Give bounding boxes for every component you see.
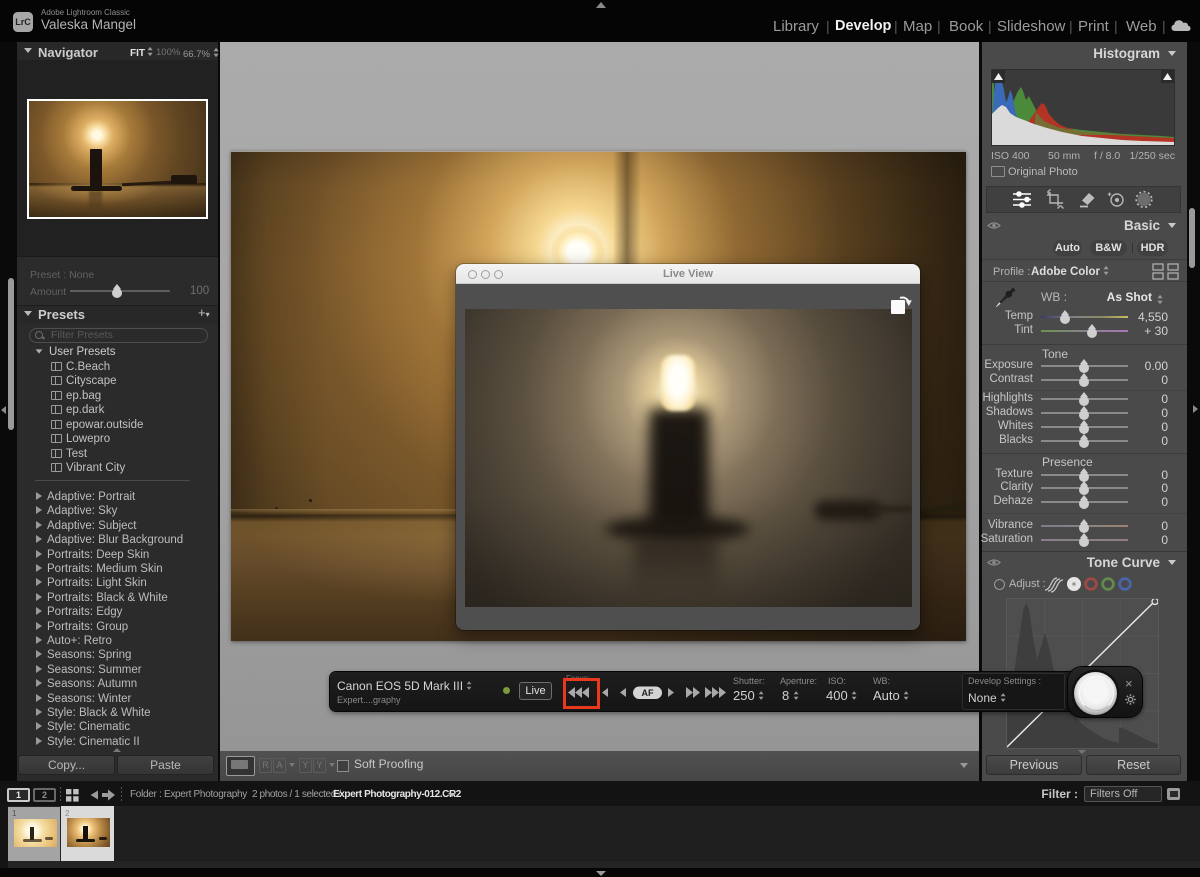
svg-text:AF: AF [642, 688, 654, 698]
